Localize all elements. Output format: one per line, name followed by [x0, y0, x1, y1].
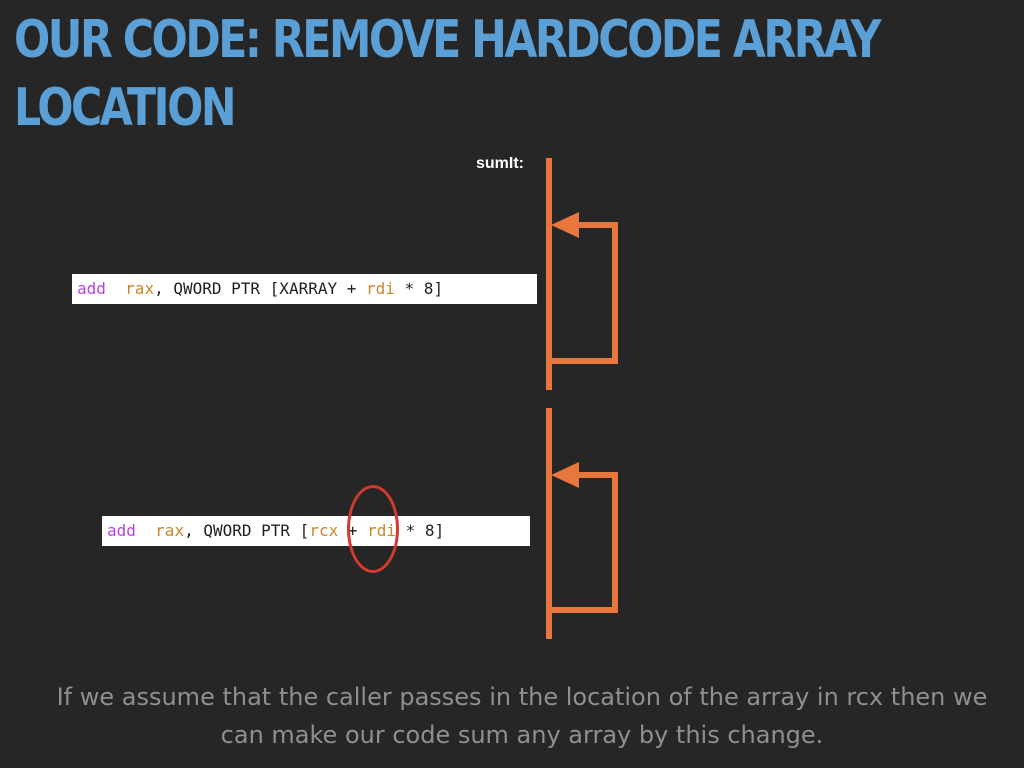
arrowhead-bottom — [551, 462, 579, 488]
code-mnemonic: add — [107, 521, 136, 540]
rcx-highlight-circle — [347, 485, 399, 573]
loop-diagram-top — [546, 158, 618, 390]
code-gap — [106, 279, 125, 298]
code-line-hardcoded: add rax, QWORD PTR [XARRAY + rdi * 8] — [72, 274, 537, 304]
code-scale: * 8] — [396, 521, 445, 540]
code-operand: , QWORD PTR [ — [184, 521, 310, 540]
code-operand: , QWORD PTR [XARRAY + — [154, 279, 366, 298]
code-mnemonic: add — [77, 279, 106, 298]
code-index-register: rdi — [366, 279, 395, 298]
code-dest-register: rax — [125, 279, 155, 298]
slide: OUR CODE: REMOVE HARDCODE ARRAY LOCATION … — [0, 0, 1024, 768]
slide-caption: If we assume that the caller passes in t… — [56, 683, 988, 749]
code-gap — [136, 521, 155, 540]
code-base-register: rcx — [309, 521, 339, 540]
loop-arrows-diagram — [546, 158, 618, 639]
code-dest-register: rax — [155, 521, 185, 540]
loop-back-arrow-top — [549, 222, 618, 364]
code-scale: * 8] — [394, 279, 444, 298]
arrowhead-top — [551, 212, 579, 238]
loop-diagram-bottom — [546, 408, 618, 639]
code-line-rcx: add rax, QWORD PTR [rcx + rdi * 8] — [102, 516, 530, 546]
loop-back-arrow-bottom — [549, 472, 618, 613]
